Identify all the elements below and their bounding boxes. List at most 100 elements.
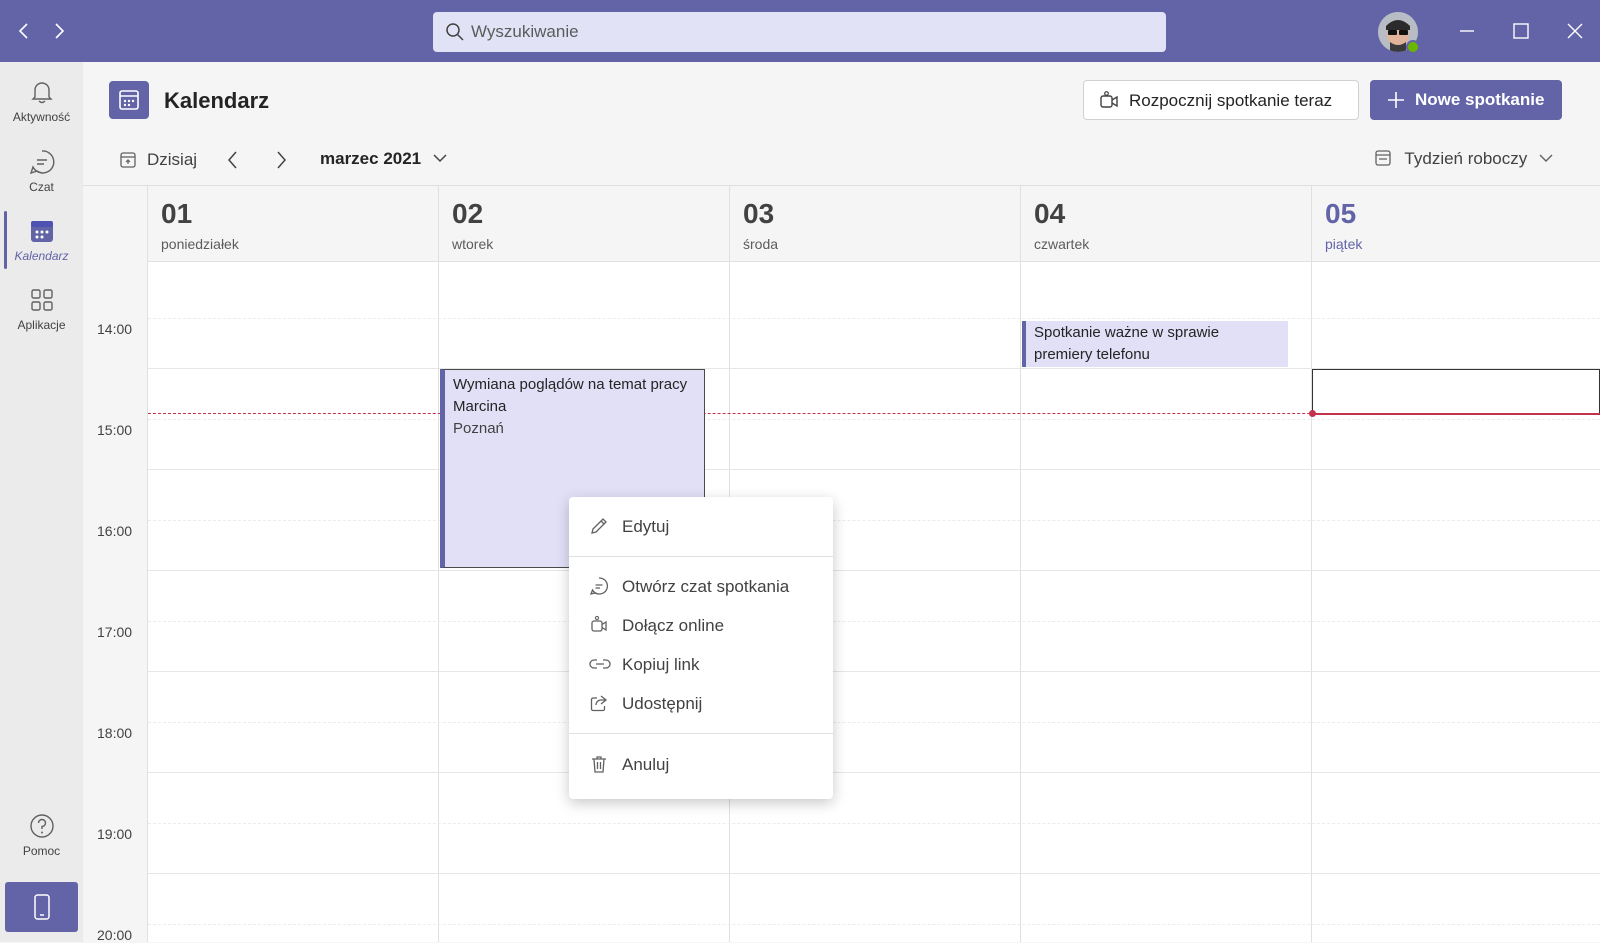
back-arrow-icon[interactable]: [13, 20, 35, 42]
month-label: marzec 2021: [320, 149, 422, 168]
current-time-dot: [1309, 410, 1316, 417]
rail-item-label: Czat: [29, 180, 54, 194]
day-header-monday[interactable]: 01 poniedziałek: [148, 186, 439, 262]
grid-line: [148, 469, 1600, 470]
video-camera-icon: [1100, 91, 1118, 108]
grid-line: [148, 772, 1600, 773]
help-icon: [30, 814, 54, 838]
day-header-friday[interactable]: 05 piątek: [1312, 186, 1600, 262]
rail-item-label: Pomoc: [22, 844, 61, 858]
link-icon: [589, 659, 611, 669]
event-location: Poznań: [453, 420, 504, 437]
menu-item-label: Kopiuj link: [622, 655, 700, 674]
day-name: piątek: [1325, 236, 1363, 252]
grid-line: [148, 318, 1600, 319]
share-icon: [590, 695, 608, 712]
calendar-grid: 14:00 15:00 16:00 17:00 18:00 19:00 20:0…: [83, 186, 1600, 943]
menu-item-join-online[interactable]: Dołącz online: [569, 606, 833, 644]
close-icon[interactable]: [1562, 18, 1588, 44]
menu-divider: [569, 556, 833, 557]
event-title: Spotkanie ważne w sprawie premiery telef…: [1034, 324, 1220, 363]
grid-line: [148, 520, 1600, 521]
month-picker[interactable]: marzec 2021: [320, 149, 448, 169]
grid-line: [148, 924, 1600, 925]
grid-line: [148, 419, 1600, 420]
time-label: 20:00: [97, 927, 133, 943]
meet-now-button[interactable]: Rozpocznij spotkanie teraz: [1083, 80, 1359, 120]
chevron-down-icon: [433, 154, 447, 163]
time-label: 18:00: [97, 725, 133, 741]
title-bar: [0, 0, 1600, 62]
app-rail: Aktywność Czat Kalendarz Aplikacje Pomoc: [0, 62, 83, 942]
menu-item-open-chat[interactable]: Otwórz czat spotkania: [569, 567, 833, 605]
mobile-download-button[interactable]: [5, 882, 78, 932]
phone-icon: [34, 894, 50, 920]
chevron-down-icon: [1539, 154, 1553, 162]
grid-line: [148, 873, 1600, 874]
day-number: 01: [161, 198, 193, 229]
day-column[interactable]: [1312, 262, 1600, 942]
day-name: czwartek: [1034, 236, 1090, 252]
calendar-today-icon: [120, 152, 136, 168]
calendar-toolbar: Dzisiaj marzec 2021 Tydzień roboczy: [83, 134, 1600, 186]
trash-icon: [592, 756, 606, 773]
day-name: poniedziałek: [161, 236, 239, 252]
maximize-icon[interactable]: [1508, 18, 1534, 44]
bell-icon: [31, 82, 53, 104]
grid-line: [148, 570, 1600, 571]
forward-arrow-icon[interactable]: [48, 20, 70, 42]
plus-icon: [1388, 92, 1404, 108]
calendar-event[interactable]: Spotkanie ważne w sprawie premiery telef…: [1022, 321, 1288, 367]
menu-item-label: Udostępnij: [622, 694, 703, 713]
day-number: 03: [743, 198, 775, 229]
pencil-icon: [591, 518, 607, 534]
grid-line: [148, 722, 1600, 723]
menu-item-label: Edytuj: [622, 517, 670, 536]
search-icon: [446, 23, 464, 41]
next-week-icon[interactable]: [271, 149, 291, 171]
calendar-icon: [31, 221, 53, 242]
rail-item-calendar[interactable]: Kalendarz: [0, 207, 83, 273]
page-title: Kalendarz: [164, 88, 270, 113]
day-column[interactable]: [148, 262, 439, 942]
search-box[interactable]: [433, 12, 1166, 52]
rail-item-label: Aplikacje: [17, 318, 66, 332]
video-camera-icon: [591, 615, 607, 632]
menu-item-label: Anuluj: [622, 755, 670, 774]
rail-item-activity[interactable]: Aktywność: [0, 68, 83, 134]
rail-item-apps[interactable]: Aplikacje: [0, 276, 83, 342]
rail-item-chat[interactable]: Czat: [0, 138, 83, 204]
previous-week-icon[interactable]: [223, 149, 243, 171]
search-input[interactable]: [471, 12, 1151, 52]
calendar-icon: [119, 90, 139, 110]
today-label: Dzisiaj: [147, 150, 198, 169]
chat-icon: [29, 150, 55, 175]
day-header-tuesday[interactable]: 02 wtorek: [439, 186, 730, 262]
new-meeting-label: Nowe spotkanie: [1415, 90, 1545, 109]
new-meeting-button[interactable]: Nowe spotkanie: [1370, 80, 1562, 120]
avatar[interactable]: [1378, 12, 1420, 54]
time-label: 19:00: [97, 826, 133, 842]
selected-time-slot[interactable]: [1312, 369, 1600, 415]
day-header-thursday[interactable]: 04 czwartek: [1021, 186, 1312, 262]
calendar-app-icon: [109, 81, 149, 119]
menu-item-cancel[interactable]: Anuluj: [569, 745, 833, 783]
rail-item-label: Kalendarz: [14, 249, 69, 263]
presence-available-icon: [1406, 40, 1420, 54]
time-label: 14:00: [97, 321, 133, 337]
view-selector[interactable]: Tydzień roboczy: [1374, 149, 1554, 169]
grid-line: [148, 823, 1600, 824]
time-label: 17:00: [97, 624, 133, 640]
rail-item-help[interactable]: Pomoc: [0, 802, 83, 868]
event-context-menu: Edytuj Otwórz czat spotkania Dołącz onli…: [569, 497, 833, 799]
chat-icon: [589, 577, 609, 595]
menu-item-share[interactable]: Udostępnij: [569, 684, 833, 722]
minimize-icon[interactable]: [1454, 18, 1480, 44]
apps-icon: [31, 289, 53, 311]
menu-item-copy-link[interactable]: Kopiuj link: [569, 645, 833, 683]
day-header-wednesday[interactable]: 03 środa: [730, 186, 1021, 262]
calendar-view-icon: [1375, 150, 1391, 166]
menu-item-edit[interactable]: Edytuj: [569, 507, 833, 545]
day-number: 04: [1034, 198, 1066, 229]
rail-item-label: Aktywność: [12, 110, 71, 124]
